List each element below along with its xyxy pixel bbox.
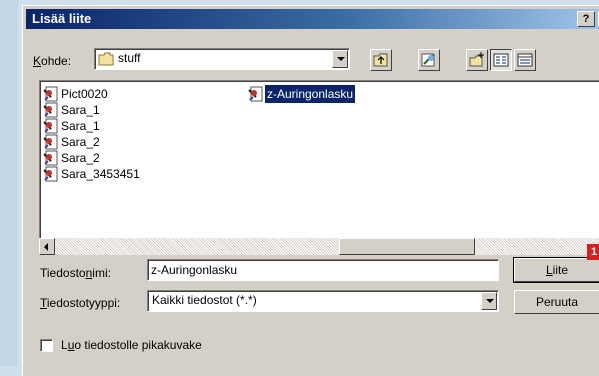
browse-web-button[interactable]: [418, 49, 440, 71]
annotation-badge: 1: [587, 244, 599, 260]
attach-file-dialog: Lisää liite ? Kohde: stuff Pict0020 Sara…: [22, 5, 599, 376]
chevron-down-icon[interactable]: [332, 50, 348, 68]
cancel-button[interactable]: Peruuta: [514, 290, 599, 314]
image-file-icon: [43, 86, 58, 102]
image-file-icon: [43, 166, 58, 182]
location-dropdown[interactable]: stuff: [94, 48, 350, 70]
new-folder-icon: [469, 52, 484, 67]
scroll-left-arrow-icon[interactable]: [39, 238, 55, 255]
filename-label: Tiedostonimi:: [40, 266, 111, 280]
scrollbar-thumb[interactable]: [339, 238, 475, 255]
chevron-down-icon[interactable]: [481, 292, 497, 310]
details-view-button[interactable]: [514, 49, 536, 71]
backdrop: [0, 0, 18, 366]
folder-icon: [98, 52, 114, 66]
location-label: Kohde:: [33, 54, 72, 68]
file-name: Sara_3453451: [61, 167, 140, 181]
up-one-level-button[interactable]: [370, 49, 392, 71]
horizontal-scrollbar[interactable]: [39, 238, 599, 255]
filetype-value: Kaikki tiedostot (*.*): [152, 293, 257, 307]
up-one-level-icon: [373, 53, 388, 67]
image-file-icon: [43, 134, 58, 150]
browse-web-icon: [421, 53, 435, 67]
location-value: stuff: [118, 51, 141, 65]
image-file-icon: [248, 86, 263, 102]
image-file-icon: [43, 102, 58, 118]
image-file-icon: [43, 118, 58, 134]
shortcut-checkbox[interactable]: [40, 339, 53, 352]
new-folder-button[interactable]: [466, 49, 488, 71]
dialog-title: Lisää liite: [32, 11, 92, 26]
title-bar[interactable]: Lisää liite ?: [26, 9, 599, 29]
file-name: z-Auringonlasku: [263, 84, 357, 104]
help-button[interactable]: ?: [577, 11, 595, 27]
filename-input[interactable]: z-Auringonlasku: [147, 259, 499, 281]
details-view-icon: [517, 53, 533, 67]
list-view-button[interactable]: [490, 49, 512, 71]
filetype-label: Tiedostotyyppi:: [40, 296, 121, 310]
image-file-icon: [43, 150, 58, 166]
file-list[interactable]: Pict0020 Sara_1 Sara_1 Sara_2 Sara_2 Sara_345…: [39, 80, 599, 255]
filetype-dropdown[interactable]: Kaikki tiedostot (*.*): [147, 290, 499, 312]
list-view-icon: [493, 53, 509, 67]
shortcut-label[interactable]: Luo tiedostolle pikakuvake: [61, 338, 202, 352]
attach-button[interactable]: Liite: [513, 257, 599, 283]
